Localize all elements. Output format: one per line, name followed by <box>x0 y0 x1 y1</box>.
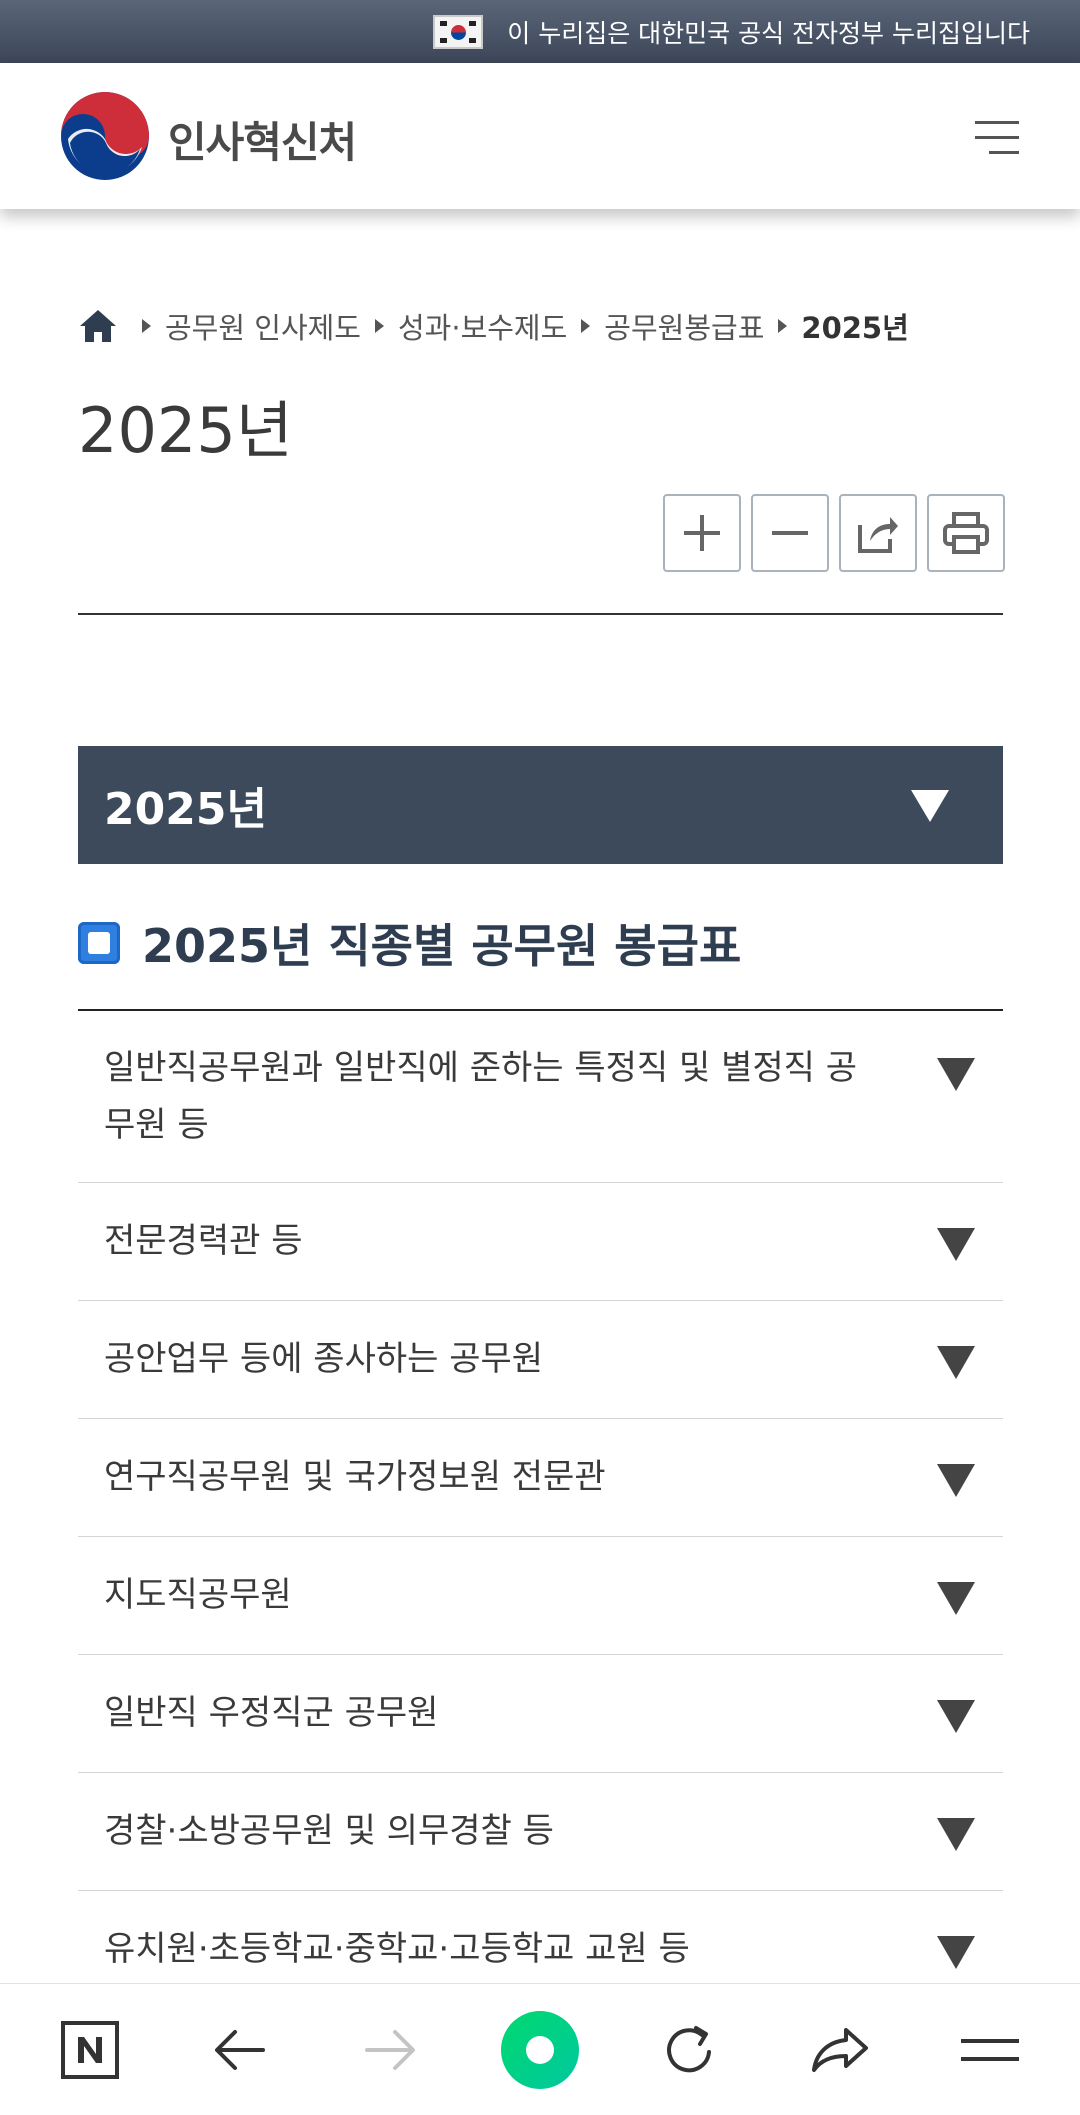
list-item-label: 전문경력관 등 <box>104 1221 303 1261</box>
triangle-down-icon <box>937 1058 975 1091</box>
triangle-down-icon <box>937 1228 975 1261</box>
breadcrumb-item-performance-pay[interactable]: 성과·보수제도 <box>398 305 567 347</box>
triangle-down-icon <box>937 1464 975 1497</box>
home-icon[interactable] <box>78 308 118 344</box>
print-icon <box>943 512 989 554</box>
plus-icon <box>684 515 720 551</box>
forward-button[interactable] <box>345 1984 435 2115</box>
list-item[interactable]: 전문경력관 등 <box>78 1183 1003 1301</box>
minus-icon <box>772 531 808 535</box>
page-title: 2025년 <box>78 394 293 467</box>
site-logo-text[interactable]: 인사혁신처 <box>168 109 357 170</box>
government-logo-icon[interactable] <box>60 91 150 181</box>
green-dot-button[interactable] <box>495 1984 585 2115</box>
breadcrumb-separator-icon <box>374 319 384 333</box>
list-item-label: 공안업무 등에 종사하는 공무원 <box>104 1339 544 1379</box>
year-accordion-label: 2025년 <box>104 784 267 835</box>
list-item[interactable]: 공안업무 등에 종사하는 공무원 <box>78 1301 1003 1419</box>
breadcrumb-separator-icon <box>581 319 591 333</box>
triangle-down-icon <box>911 790 949 822</box>
naver-home-button[interactable] <box>45 1984 135 2115</box>
list-item-label: 연구직공무원 및 국가정보원 전문관 <box>104 1457 606 1497</box>
triangle-down-icon <box>937 1936 975 1969</box>
list-item[interactable]: 지도직공무원 <box>78 1537 1003 1655</box>
back-button[interactable] <box>195 1984 285 2115</box>
triangle-down-icon <box>937 1582 975 1615</box>
breadcrumb-item-personnel-system[interactable]: 공무원 인사제도 <box>165 305 361 347</box>
list-item[interactable]: 경찰·소방공무원 및 의무경찰 등 <box>78 1773 1003 1891</box>
breadcrumb: 공무원 인사제도 성과·보수제도 공무원봉급표 2025년 <box>78 306 909 346</box>
page-tools <box>663 494 1005 572</box>
share-page-button[interactable] <box>795 1984 885 2115</box>
print-button[interactable] <box>927 494 1005 572</box>
list-item[interactable]: 연구직공무원 및 국가정보원 전문관 <box>78 1419 1003 1537</box>
zoom-in-button[interactable] <box>663 494 741 572</box>
triangle-down-icon <box>937 1700 975 1733</box>
breadcrumb-item-salary-table[interactable]: 공무원봉급표 <box>604 305 764 347</box>
title-divider <box>78 613 1003 615</box>
breadcrumb-separator-icon <box>778 319 788 333</box>
breadcrumb-separator-icon <box>142 319 151 333</box>
triangle-down-icon <box>937 1346 975 1379</box>
list-item[interactable]: 일반직 우정직군 공무원 <box>78 1655 1003 1773</box>
breadcrumb-current: 2025년 <box>801 311 909 345</box>
list-item-label: 일반직 우정직군 공무원 <box>104 1693 439 1733</box>
gov-banner-text: 이 누리집은 대한민국 공식 전자정부 누리집입니다 <box>507 18 1030 48</box>
naver-n-icon <box>61 2021 119 2079</box>
list-item-label: 지도직공무원 <box>104 1575 292 1615</box>
triangle-down-icon <box>937 1818 975 1851</box>
hamburger-menu-icon[interactable] <box>975 117 1019 157</box>
zoom-out-button[interactable] <box>751 494 829 572</box>
list-item-label: 일반직공무원과 일반직에 준하는 특정직 및 별정직 공무원 등 <box>104 1047 858 1145</box>
refresh-button[interactable] <box>645 1984 735 2115</box>
list-item[interactable]: 일반직공무원과 일반직에 준하는 특정직 및 별정직 공무원 등 <box>78 1011 1003 1183</box>
year-accordion-toggle[interactable]: 2025년 <box>78 746 1003 864</box>
forward-share-icon <box>812 2028 868 2072</box>
green-dot-icon <box>501 2011 579 2089</box>
hamburger-menu-icon <box>961 2039 1019 2061</box>
browser-menu-button[interactable] <box>945 1984 1035 2115</box>
arrow-right-icon <box>365 2030 415 2070</box>
browser-toolbar <box>0 1983 1080 2115</box>
section-title: 2025년 직종별 공무원 봉급표 <box>78 910 741 976</box>
share-icon <box>858 517 898 553</box>
refresh-icon <box>667 2026 711 2073</box>
share-button[interactable] <box>839 494 917 572</box>
arrow-left-icon <box>215 2030 265 2070</box>
list-item-label: 경찰·소방공무원 및 의무경찰 등 <box>104 1811 554 1851</box>
gov-banner: 이 누리집은 대한민국 공식 전자정부 누리집입니다 <box>0 0 1080 63</box>
list-item-label: 유치원·초등학교·중학교·고등학교 교원 등 <box>104 1929 690 1969</box>
salary-table-list: 일반직공무원과 일반직에 준하는 특정직 및 별정직 공무원 등 전문경력관 등… <box>78 1009 1003 2009</box>
square-bullet-icon <box>78 922 120 964</box>
section-title-text: 2025년 직종별 공무원 봉급표 <box>142 919 742 973</box>
site-header: 인사혁신처 <box>0 63 1080 209</box>
korea-flag-icon <box>433 14 484 49</box>
